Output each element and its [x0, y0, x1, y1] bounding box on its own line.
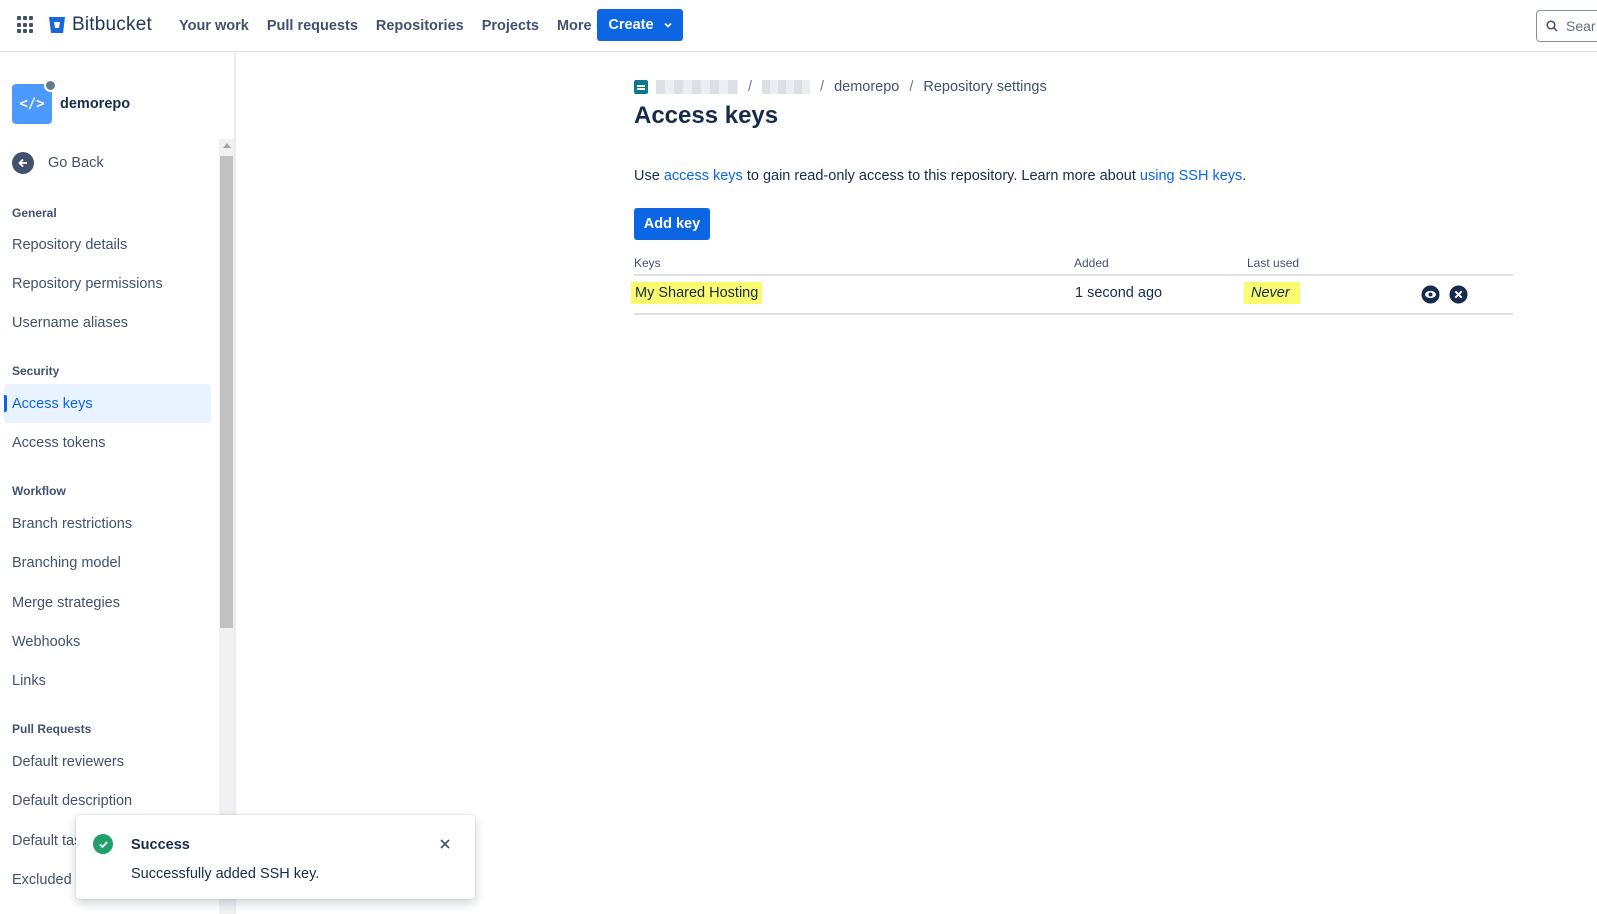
code-icon: </> [19, 96, 45, 112]
breadcrumb-repo[interactable]: demorepo [834, 79, 899, 95]
close-icon[interactable] [438, 837, 452, 851]
add-key-button[interactable]: Add key [634, 208, 710, 240]
repo-avatar: </> [12, 79, 57, 124]
section-security: Security [12, 364, 60, 378]
key-last-used: Never [1244, 282, 1300, 304]
search-icon [1546, 20, 1558, 32]
nav-more-label: More [556, 18, 592, 34]
repo-name: demorepo [60, 96, 131, 112]
breadcrumb-separator: / [909, 79, 914, 95]
sidebar-item-branching-model[interactable]: Branching model [4, 543, 211, 582]
repo-header[interactable]: </> demorepo [12, 79, 131, 124]
column-header-added: Added [1074, 256, 1109, 270]
column-header-last-used: Last used [1247, 256, 1300, 270]
go-back-label: Go Back [48, 155, 104, 171]
ssh-keys-link[interactable]: using SSH keys [1140, 168, 1242, 184]
delete-key-icon[interactable] [1449, 285, 1468, 304]
bitbucket-logo[interactable]: Bitbucket [48, 14, 152, 36]
sidebar-item-access-tokens[interactable]: Access tokens [4, 423, 211, 462]
table-row: My Shared Hosting 1 second ago Never [631, 276, 1513, 315]
breadcrumb-separator: / [820, 79, 825, 95]
access-keys-link[interactable]: access keys [664, 168, 743, 184]
sidebar-item-branch-restrictions[interactable]: Branch restrictions [4, 504, 211, 543]
section-workflow: Workflow [12, 484, 66, 498]
sidebar-item-default-reviewers[interactable]: Default reviewers [4, 742, 211, 781]
nav-pull-requests[interactable]: Pull requests [258, 18, 367, 34]
sidebar-item-access-keys[interactable]: Access keys [4, 384, 211, 423]
key-label-cell: My Shared Hosting [631, 282, 763, 304]
page-title: Access keys [634, 102, 779, 129]
top-navigation: Bitbucket Your work Pull requests Reposi… [0, 0, 1597, 52]
go-back-link[interactable]: Go Back [12, 152, 104, 174]
nav-projects[interactable]: Projects [473, 18, 548, 34]
create-button[interactable]: Create [597, 9, 683, 41]
bitbucket-logo-icon [49, 17, 65, 33]
key-label: My Shared Hosting [631, 282, 763, 304]
nav-repositories[interactable]: Repositories [367, 18, 473, 34]
sidebar-item-repository-permissions[interactable]: Repository permissions [4, 264, 211, 303]
search-placeholder: Sear [1566, 18, 1596, 34]
chevron-down-icon [663, 22, 672, 28]
breadcrumb-separator: / [748, 79, 753, 95]
app-switcher-icon[interactable] [17, 16, 35, 34]
sidebar-scrollbar[interactable] [219, 139, 234, 914]
brand-name: Bitbucket [72, 14, 152, 35]
flag-message: Successfully added SSH key. [131, 866, 320, 882]
section-pull-requests: Pull Requests [12, 722, 92, 736]
sidebar-item-username-aliases[interactable]: Username aliases [4, 303, 211, 342]
arrow-left-icon [12, 152, 34, 174]
nav-your-work[interactable]: Your work [170, 18, 258, 34]
desc-suffix: . [1242, 168, 1247, 184]
section-general: General [12, 206, 57, 220]
lock-icon [44, 79, 57, 92]
scroll-up-arrow-icon[interactable] [223, 143, 231, 148]
key-last-used-cell: Never [1244, 282, 1300, 304]
breadcrumb: / / demorepo / Repository settings [634, 79, 1047, 95]
workspace-icon[interactable] [634, 80, 648, 94]
page-description: Use access keys to gain read-only access… [634, 168, 1246, 184]
key-added: 1 second ago [1075, 285, 1163, 301]
column-header-keys: Keys [634, 256, 661, 270]
sidebar: </> demorepo Go Back General Repository … [0, 52, 236, 914]
desc-middle: to gain read-only access to this reposit… [742, 168, 1140, 184]
project-name-redacted[interactable] [762, 80, 811, 94]
sidebar-item-repository-details[interactable]: Repository details [4, 225, 211, 264]
scrollbar-thumb[interactable] [220, 156, 233, 628]
desc-prefix: Use [634, 168, 664, 184]
breadcrumb-settings[interactable]: Repository settings [923, 79, 1046, 95]
create-button-label: Create [608, 17, 654, 33]
success-flag: Success Successfully added SSH key. [76, 815, 475, 899]
sidebar-item-webhooks[interactable]: Webhooks [4, 622, 211, 661]
workspace-name-redacted[interactable] [656, 80, 738, 94]
sidebar-item-links[interactable]: Links [4, 661, 211, 700]
sidebar-item-merge-strategies[interactable]: Merge strategies [4, 583, 211, 622]
search-input[interactable]: Sear [1536, 10, 1597, 42]
check-circle-icon [93, 834, 113, 854]
nav-items: Your work Pull requests Repositories Pro… [170, 0, 613, 52]
flag-title: Success [131, 837, 190, 853]
eye-icon[interactable] [1421, 285, 1440, 304]
